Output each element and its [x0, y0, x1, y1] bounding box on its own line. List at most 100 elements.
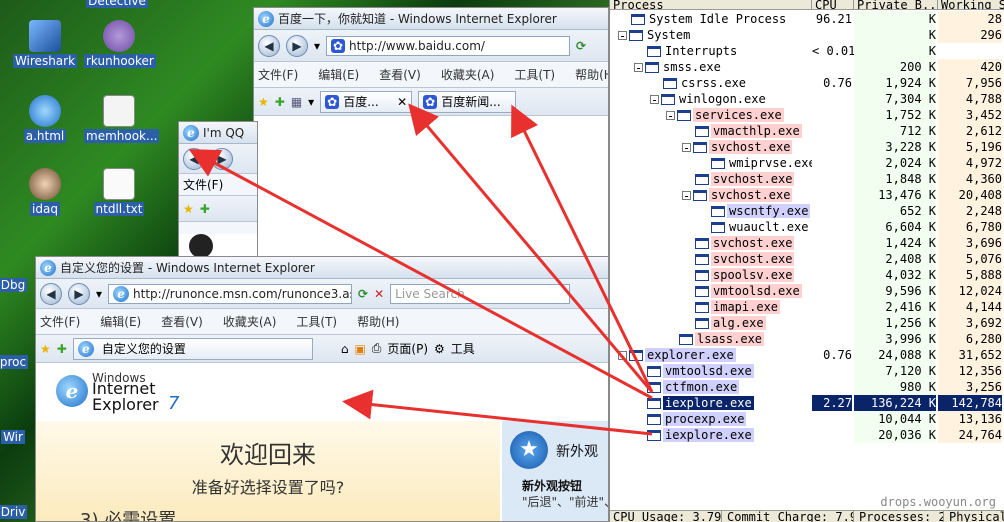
msn-ie-window[interactable]: e 自定义您的设置 - Windows Internet Explorer ◀ … [35, 256, 609, 522]
process-row[interactable]: procexp.exe 10,044 K 13,136 [610, 411, 1004, 427]
collapse-toggle-icon[interactable]: - [650, 94, 659, 106]
desktop-icon-dbg[interactable]: Dbg [0, 278, 38, 292]
forward-button[interactable]: ▶ [68, 282, 90, 305]
process-row[interactable]: csrss.exe 0.76 1,924 K 7,956 [610, 75, 1004, 91]
process-row[interactable]: svchost.exe 1,848 K 4,360 [610, 171, 1004, 187]
process-row[interactable]: - System K 296 [610, 27, 1004, 43]
menu-help[interactable]: 帮助(H) [357, 313, 399, 330]
add-favorite-icon[interactable]: ✚ [57, 342, 67, 356]
stop-icon[interactable]: ✕ [374, 287, 384, 301]
add-favorite-icon[interactable]: ✚ [200, 202, 210, 216]
back-button[interactable]: ◀ [40, 282, 62, 305]
process-row[interactable]: Interrupts < 0.01 K [610, 43, 1004, 59]
desktop-icon-wir[interactable]: Wir [0, 430, 38, 444]
process-row[interactable]: svchost.exe 1,424 K 3,696 [610, 235, 1004, 251]
menu-edit[interactable]: 编辑(E) [318, 66, 359, 83]
process-row[interactable]: spoolsv.exe 4,032 K 5,888 [610, 267, 1004, 283]
column-private-bytes[interactable]: Private B... [854, 0, 938, 9]
address-bar[interactable]: e http://runonce.msn.com/runonce3.aspx [108, 283, 353, 304]
menu-view[interactable]: 查看(V) [379, 66, 421, 83]
column-working-set[interactable]: Working Se [938, 0, 1004, 9]
menu-edit[interactable]: 编辑(E) [100, 313, 141, 330]
process-row[interactable]: alg.exe 1,256 K 3,692 [610, 315, 1004, 331]
process-row[interactable]: imapi.exe 2,416 K 4,144 [610, 299, 1004, 315]
collapse-toggle-icon[interactable]: - [666, 110, 675, 122]
process-row[interactable]: - svchost.exe 3,228 K 5,196 [610, 139, 1004, 155]
collapse-toggle-icon[interactable]: - [618, 350, 627, 362]
desktop-icon-idaq[interactable]: idaq [10, 168, 80, 216]
back-button[interactable]: ◀ [183, 147, 205, 170]
desktop-icon-memhook[interactable]: memhook... [84, 95, 160, 143]
menu-favorites[interactable]: 收藏夹(A) [441, 66, 495, 83]
menu-help[interactable]: 帮助(H) [575, 66, 608, 83]
forward-button[interactable]: ▶ [286, 34, 308, 57]
favorites-star-icon[interactable]: ★ [258, 95, 269, 109]
process-row[interactable]: svchost.exe 2,408 K 5,076 [610, 251, 1004, 267]
collapse-toggle-icon[interactable]: - [618, 30, 627, 42]
menu-file[interactable]: 文件(F) [258, 66, 298, 83]
desktop-icon-proc[interactable]: proc [0, 355, 38, 369]
tab-customize-settings[interactable]: e 自定义您的设置 [72, 337, 313, 360]
add-favorite-icon[interactable]: ✚ [275, 95, 285, 109]
process-row[interactable]: wmiprvse.exe 2,024 K 4,972 [610, 155, 1004, 171]
tab-baidu-news[interactable]: ✿ 百度新闻... [418, 90, 517, 113]
desktop-icon-rkunhooker[interactable]: rkunhooker [84, 20, 156, 68]
desktop-icon-a-html[interactable]: a.html [10, 95, 80, 143]
history-dropdown-icon[interactable]: ▾ [314, 39, 320, 53]
menu-tools[interactable]: 工具(T) [514, 66, 555, 83]
menu-file[interactable]: 文件(F) [40, 313, 80, 330]
tab-list-icon[interactable]: ▾ [308, 95, 314, 109]
home-icon[interactable]: ⌂ [341, 342, 349, 356]
process-row[interactable]: vmacthlp.exe 712 K 2,612 [610, 123, 1004, 139]
search-input[interactable]: Live Search [390, 283, 571, 304]
process-row[interactable]: ctfmon.exe 980 K 3,256 [610, 379, 1004, 395]
baidu-ie-window[interactable]: e 百度一下，你就知道 - Windows Internet Explorer … [253, 7, 609, 267]
window-titlebar[interactable]: e 百度一下，你就知道 - Windows Internet Explorer [254, 8, 608, 30]
desktop-icon-ntdll[interactable]: ntdll.txt [84, 168, 154, 216]
process-row[interactable]: lsass.exe 3,996 K 6,280 [610, 331, 1004, 347]
favorites-star-icon[interactable]: ★ [183, 202, 194, 216]
menu-file[interactable]: 文件(F) [183, 176, 223, 193]
process-row[interactable]: iexplore.exe 20,036 K 24,764 [610, 427, 1004, 443]
favorites-star-icon[interactable]: ★ [40, 342, 51, 356]
window-titlebar[interactable]: e I'm QQ [179, 122, 257, 144]
process-explorer-window[interactable]: Process CPU Private B... Working Se Syst… [609, 0, 1004, 522]
process-row[interactable]: - smss.exe 200 K 420 [610, 59, 1004, 75]
back-button[interactable]: ◀ [258, 34, 280, 57]
process-row[interactable]: wuauclt.exe 6,604 K 6,780 [610, 219, 1004, 235]
process-row[interactable]: System Idle Process 96.21 K 28 [610, 11, 1004, 27]
column-cpu[interactable]: CPU [812, 0, 854, 9]
process-row[interactable]: wscntfy.exe 652 K 2,248 [610, 203, 1004, 219]
process-row[interactable]: vmtoolsd.exe 7,120 K 12,356 [610, 363, 1004, 379]
history-dropdown-icon[interactable]: ▾ [96, 287, 102, 301]
quick-tabs-icon[interactable]: ▦ [291, 95, 302, 109]
qq-ie-window[interactable]: e I'm QQ ◀ ▶ 文件(F) ★ ✚ [178, 121, 258, 266]
menu-favorites[interactable]: 收藏夹(A) [223, 313, 277, 330]
column-process[interactable]: Process [610, 0, 812, 9]
window-titlebar[interactable]: e 自定义您的设置 - Windows Internet Explorer [36, 257, 608, 279]
refresh-icon[interactable]: ⟳ [576, 39, 586, 53]
process-row[interactable]: - services.exe 1,752 K 3,452 [610, 107, 1004, 123]
refresh-icon[interactable]: ⟳ [358, 287, 368, 301]
process-row[interactable]: - svchost.exe 13,476 K 20,408 [610, 187, 1004, 203]
menu-tools[interactable]: 工具(T) [296, 313, 337, 330]
print-icon[interactable]: ⎙ [372, 341, 382, 356]
collapse-toggle-icon[interactable]: - [682, 190, 691, 202]
desktop-icon-detective[interactable]: Detective [82, 0, 152, 8]
address-bar[interactable]: ✿ http://www.baidu.com/ [326, 35, 571, 56]
process-row[interactable]: - explorer.exe 0.76 24,088 K 31,652 [610, 347, 1004, 363]
forward-button[interactable]: ▶ [211, 147, 233, 170]
tools-menu[interactable]: 工具 [451, 340, 475, 357]
gear-icon[interactable]: ⚙ [434, 342, 445, 356]
menu-view[interactable]: 查看(V) [161, 313, 203, 330]
page-menu[interactable]: 页面(P) [387, 340, 428, 357]
collapse-toggle-icon[interactable]: - [682, 142, 691, 154]
tab-baidu[interactable]: ✿ 百度... ✕ [320, 90, 413, 113]
collapse-toggle-icon[interactable]: - [634, 62, 643, 74]
close-tab-icon[interactable]: ✕ [397, 95, 407, 109]
process-row[interactable]: - winlogon.exe 7,304 K 4,788 [610, 91, 1004, 107]
desktop-icon-wireshark[interactable]: Wireshark [10, 20, 80, 68]
process-row[interactable]: vmtoolsd.exe 9,596 K 12,024 [610, 283, 1004, 299]
desktop-icon-driv[interactable]: Driv [0, 505, 38, 519]
process-row[interactable]: iexplore.exe 2.27 136,224 K 142,784 [610, 395, 1004, 411]
